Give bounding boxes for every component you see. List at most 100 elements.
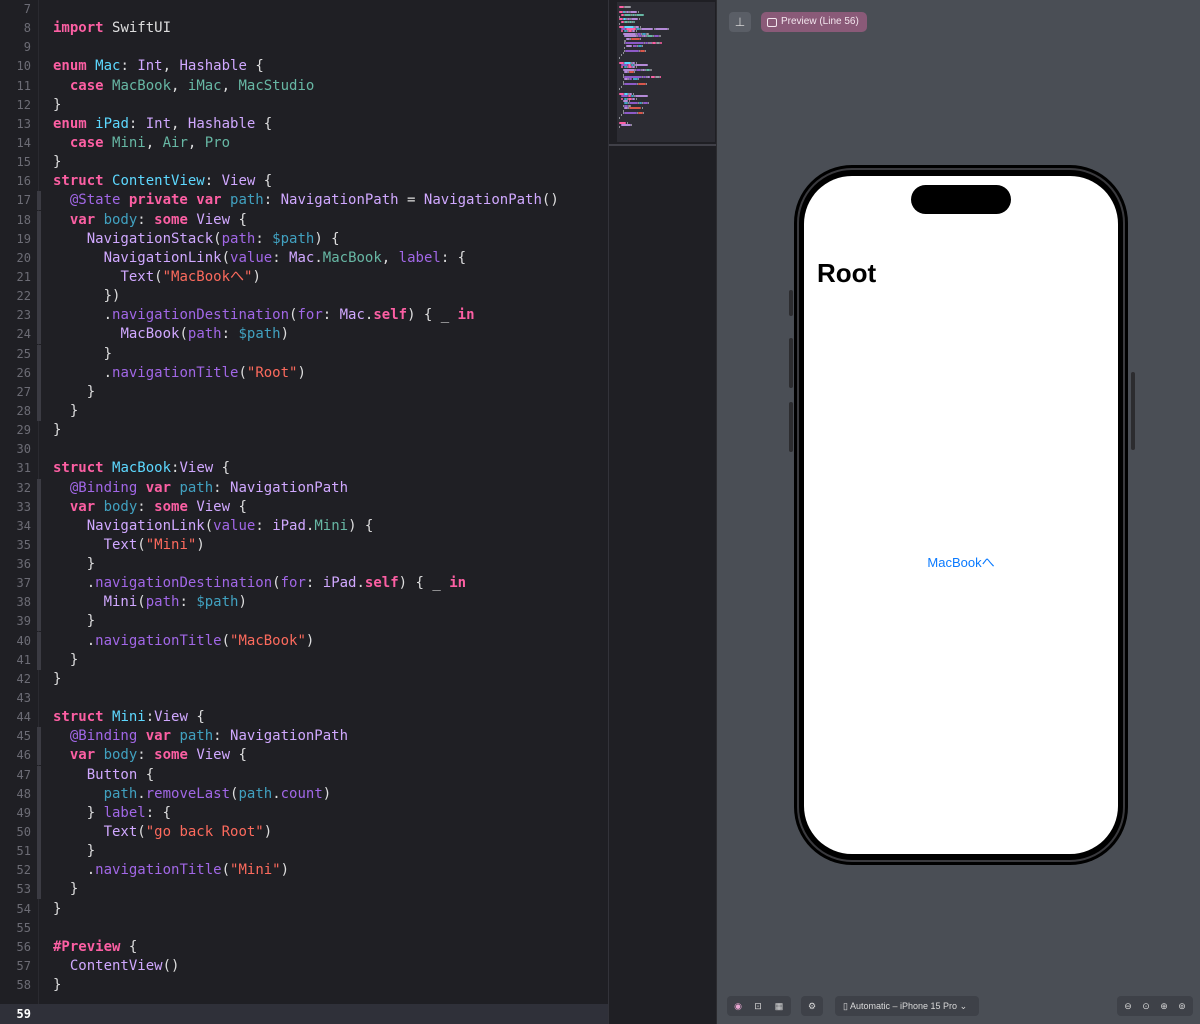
code-line[interactable]: 38 Mini(path: $path) — [0, 593, 608, 613]
fold-marker[interactable] — [37, 325, 41, 345]
live-mode-icon[interactable]: ◉ — [731, 996, 745, 1016]
variants-mode-icon[interactable]: ▦ — [771, 996, 787, 1016]
code-line[interactable]: 15} — [0, 153, 608, 172]
code-line[interactable]: 46 var body: some View { — [0, 746, 608, 766]
zoom-out-icon[interactable]: ⊖ — [1120, 996, 1136, 1016]
code-line[interactable]: 56 #Preview { — [0, 938, 608, 957]
code-line[interactable]: 17 @State private var path: NavigationPa… — [0, 191, 608, 211]
fold-marker[interactable] — [37, 555, 41, 575]
code-line[interactable]: 7 — [0, 0, 608, 19]
fold-marker[interactable] — [37, 727, 41, 747]
code-line[interactable]: 52 .navigationTitle("Mini") — [0, 861, 608, 881]
code-line[interactable]: 22 }) — [0, 287, 608, 307]
code-line[interactable]: 16 struct ContentView: View { — [0, 172, 608, 191]
minimap[interactable] — [608, 0, 717, 1024]
code-line[interactable]: 14 case Mini, Air, Pro — [0, 134, 608, 153]
code-line[interactable]: 39 } — [0, 612, 608, 632]
code-line[interactable]: 48 path.removeLast(path.count) — [0, 784, 608, 804]
code-line[interactable]: 32 @Binding var path: NavigationPath — [0, 478, 608, 498]
fold-marker[interactable] — [37, 401, 41, 421]
code-line[interactable]: 34 NavigationLink(value: iPad.Mini) { — [0, 516, 608, 536]
fold-marker[interactable] — [37, 842, 41, 862]
fold-marker[interactable] — [37, 382, 41, 402]
code-line[interactable]: 37 .navigationDestination(for: iPad.self… — [0, 574, 608, 594]
code-line[interactable]: 20 NavigationLink(value: Mac.MacBook, la… — [0, 248, 608, 268]
fold-marker[interactable] — [37, 861, 41, 881]
fold-marker[interactable] — [37, 267, 41, 287]
code-line[interactable]: 24 MacBook(path: $path) — [0, 325, 608, 345]
fold-marker[interactable] — [37, 210, 41, 230]
code-line[interactable]: 23 .navigationDestination(for: Mac.self)… — [0, 306, 608, 326]
code-line[interactable]: 21 Text("MacBookへ") — [0, 267, 608, 287]
code-line[interactable]: 53 } — [0, 880, 608, 900]
code-line[interactable]: 25 } — [0, 344, 608, 364]
code-line[interactable]: 11 case MacBook, iMac, MacStudio — [0, 77, 608, 96]
fold-marker[interactable] — [37, 306, 41, 326]
code-line[interactable]: 57 ContentView() — [0, 957, 608, 976]
code-line[interactable]: 8 import SwiftUI — [0, 19, 608, 38]
fold-marker[interactable] — [37, 765, 41, 785]
zoom-fit-icon[interactable]: ⊙ — [1138, 996, 1154, 1016]
code-line[interactable]: 43 — [0, 689, 608, 708]
code-line[interactable]: 51 } — [0, 842, 608, 862]
code-line[interactable]: 49 } label: { — [0, 803, 608, 823]
code-line[interactable]: 45 @Binding var path: NavigationPath — [0, 727, 608, 747]
selectable-mode-icon[interactable]: ⊡ — [751, 996, 765, 1016]
code-line[interactable]: 44 struct Mini:View { — [0, 708, 608, 727]
device-settings-button[interactable]: ⚙ — [801, 996, 823, 1016]
navigation-link[interactable]: MacBookへ — [804, 552, 1118, 571]
fold-marker[interactable] — [37, 516, 41, 536]
code-line[interactable]: 28 } — [0, 401, 608, 421]
code-line[interactable]: 42} — [0, 670, 608, 689]
fold-marker[interactable] — [37, 574, 41, 594]
code-line[interactable]: 36 } — [0, 555, 608, 575]
fold-marker[interactable] — [37, 746, 41, 766]
fold-marker[interactable] — [37, 229, 41, 249]
fold-marker[interactable] — [37, 593, 41, 613]
code-line[interactable]: 35 Text("Mini") — [0, 535, 608, 555]
code-line[interactable]: 10 enum Mac: Int, Hashable { — [0, 57, 608, 76]
fold-marker[interactable] — [37, 823, 41, 843]
fold-marker[interactable] — [37, 478, 41, 498]
code-line[interactable]: 18 var body: some View { — [0, 210, 608, 230]
fold-marker[interactable] — [37, 363, 41, 383]
fold-marker[interactable] — [37, 650, 41, 670]
code-line[interactable]: 31 struct MacBook:View { — [0, 459, 608, 478]
fold-marker[interactable] — [37, 344, 41, 364]
code-line[interactable]: 29} — [0, 421, 608, 440]
code-line[interactable]: 19 NavigationStack(path: $path) { — [0, 229, 608, 249]
code-line[interactable]: 33 var body: some View { — [0, 497, 608, 517]
minimap-visible-region[interactable] — [617, 2, 715, 142]
preview-selector[interactable]: Preview (Line 56) — [761, 12, 867, 32]
code-line[interactable]: 54} — [0, 900, 608, 919]
fold-marker[interactable] — [37, 497, 41, 517]
zoom-in-icon[interactable]: ⊕ — [1156, 996, 1172, 1016]
code-line[interactable]: 12} — [0, 96, 608, 115]
code-line[interactable]: 50 Text("go back Root") — [0, 823, 608, 843]
code-line[interactable]: 41 } — [0, 650, 608, 670]
code-editor[interactable]: 7 8 import SwiftUI 9 10 enum Mac: Int, Hashab… — [0, 0, 608, 1024]
fold-marker[interactable] — [37, 191, 41, 211]
code-line[interactable]: 58} — [0, 976, 608, 995]
code-line[interactable]: 40 .navigationTitle("MacBook") — [0, 631, 608, 651]
fold-marker[interactable] — [37, 631, 41, 651]
fold-marker[interactable] — [37, 535, 41, 555]
pin-button[interactable]: ⊥ — [729, 12, 751, 32]
device-picker[interactable]: ▯ Automatic – iPhone 15 Pro ⌄ — [835, 996, 979, 1016]
fold-marker[interactable] — [37, 612, 41, 632]
fold-marker[interactable] — [37, 880, 41, 900]
code-line[interactable]: 13 enum iPad: Int, Hashable { — [0, 115, 608, 134]
fold-marker[interactable] — [37, 287, 41, 307]
zoom-actual-icon[interactable]: ⊚ — [1174, 996, 1190, 1016]
code-line[interactable]: 27 } — [0, 382, 608, 402]
code-token: } — [53, 154, 62, 171]
code-line[interactable]: 47 Button { — [0, 765, 608, 785]
fold-marker[interactable] — [37, 248, 41, 268]
code-line[interactable]: 9 — [0, 38, 608, 57]
fold-marker[interactable] — [37, 803, 41, 823]
code-line[interactable]: 55 — [0, 919, 608, 938]
fold-marker[interactable] — [37, 784, 41, 804]
code-line[interactable]: 30 — [0, 440, 608, 459]
code-line[interactable]: 26 .navigationTitle("Root") — [0, 363, 608, 383]
current-line[interactable]: 59 — [0, 1004, 608, 1024]
